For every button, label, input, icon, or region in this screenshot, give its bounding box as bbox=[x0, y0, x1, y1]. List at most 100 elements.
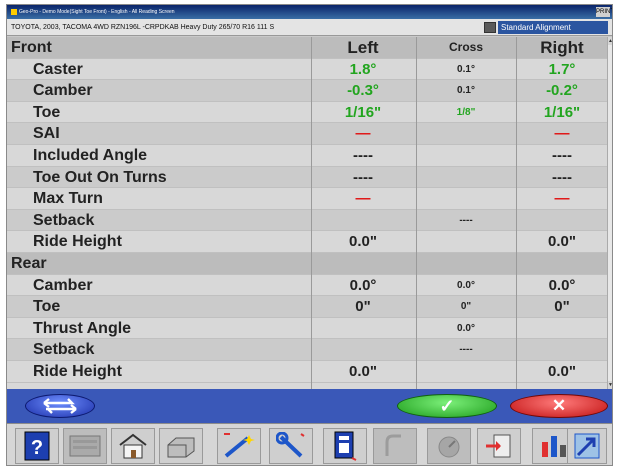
readings-table: Front Left Cross Right Caster 1.8° 0.1° 1.7… bbox=[7, 37, 607, 389]
row-label: Toe bbox=[33, 103, 61, 121]
close-button[interactable]: PRINT bbox=[596, 7, 612, 17]
cross-value bbox=[417, 145, 515, 167]
cross-value bbox=[417, 361, 515, 383]
home-icon bbox=[119, 433, 147, 459]
alignment-mode[interactable]: Standard Alignment bbox=[484, 21, 608, 34]
column-divider bbox=[416, 37, 417, 389]
right-value: 1/16" bbox=[543, 103, 581, 121]
cross-value: 0.1° bbox=[457, 85, 475, 97]
tools-button[interactable] bbox=[269, 428, 313, 464]
ok-button[interactable]: ✓ bbox=[397, 394, 497, 418]
help-icon: ? bbox=[24, 431, 50, 461]
keyboard-icon bbox=[69, 435, 101, 457]
left-value: ---- bbox=[353, 146, 373, 164]
row-label: Included Angle bbox=[33, 146, 148, 164]
left-value: 0" bbox=[355, 298, 371, 316]
left-value: 1/16" bbox=[344, 103, 382, 121]
right-value: -0.2° bbox=[546, 82, 578, 100]
mode-icon bbox=[484, 22, 496, 33]
row-label: Camber bbox=[33, 276, 93, 294]
rear-section-row: Rear bbox=[7, 252, 607, 275]
right-value: — bbox=[554, 190, 570, 208]
cross-value: 0.0° bbox=[457, 279, 475, 291]
window-title: Geo-Pro - Demo Mode(Sight Toe Front) - E… bbox=[19, 9, 175, 15]
right-value bbox=[517, 210, 607, 232]
cross-value: 1/8" bbox=[456, 106, 476, 118]
document-arrow-icon bbox=[486, 434, 511, 458]
table-row: SAI — — bbox=[7, 123, 607, 145]
row-label: Toe bbox=[33, 298, 61, 316]
table-row: Toe 0" 0" 0" bbox=[7, 296, 607, 318]
bottom-toolbar: ? bbox=[7, 423, 612, 465]
disabled-tool-icon bbox=[385, 434, 401, 456]
row-label: Ride Height bbox=[33, 233, 122, 251]
document-arrow-button[interactable] bbox=[477, 428, 521, 464]
cross-value: 0" bbox=[460, 301, 472, 313]
exit-button[interactable] bbox=[567, 428, 607, 464]
wand-icon bbox=[224, 433, 255, 458]
front-rows: Caster 1.8° 0.1° 1.7° Camber -0.3° 0.1° -0.2° To… bbox=[7, 59, 607, 253]
table-row: Max Turn — — bbox=[7, 188, 607, 210]
gauge-button[interactable] bbox=[427, 428, 471, 464]
print-button[interactable] bbox=[159, 428, 203, 464]
left-value bbox=[311, 318, 415, 340]
left-value: 0.0° bbox=[349, 276, 377, 294]
help-button[interactable]: ? bbox=[15, 428, 59, 464]
row-label: Setback bbox=[33, 341, 95, 359]
mode-label: Standard Alignment bbox=[498, 21, 608, 34]
cross-value bbox=[417, 188, 515, 210]
vehicle-description: TOYOTA, 2003, TACOMA 4WD RZN196L -CRPDKA… bbox=[11, 24, 275, 31]
title-bar: Geo-Pro - Demo Mode(Sight Toe Front) - E… bbox=[7, 5, 612, 19]
document-icon bbox=[334, 431, 357, 461]
left-value: — bbox=[355, 125, 371, 143]
cross-value: 0.0° bbox=[457, 322, 475, 334]
scrollbar[interactable]: ▲ ▼ bbox=[607, 37, 612, 389]
left-value bbox=[311, 339, 415, 361]
left-value: ---- bbox=[353, 168, 373, 186]
table-row: Camber 0.0° 0.0° 0.0° bbox=[7, 275, 607, 297]
magic-wand-button[interactable] bbox=[217, 428, 261, 464]
keyboard-button[interactable] bbox=[63, 428, 107, 464]
svg-text:?: ? bbox=[31, 437, 43, 459]
right-column-header: Right bbox=[540, 38, 584, 57]
row-label: Caster bbox=[33, 60, 83, 78]
table-row: Setback ---- bbox=[7, 209, 607, 232]
scroll-up-arrow-icon[interactable]: ▲ bbox=[608, 37, 612, 45]
row-label: Toe Out On Turns bbox=[33, 168, 167, 186]
close-x-icon: ✕ bbox=[551, 396, 567, 415]
rear-section-label: Rear bbox=[11, 254, 47, 272]
table-row: Caster 1.8° 0.1° 1.7° bbox=[7, 59, 607, 81]
table-row: Thrust Angle 0.0° bbox=[7, 318, 607, 340]
scroll-down-arrow-icon[interactable]: ▼ bbox=[608, 381, 612, 389]
left-value bbox=[311, 210, 415, 232]
right-value: 0.0° bbox=[548, 276, 576, 294]
right-value: ---- bbox=[552, 168, 572, 186]
cancel-button[interactable]: ✕ bbox=[510, 394, 608, 418]
chart-icon bbox=[542, 436, 566, 457]
specs-button[interactable] bbox=[323, 428, 367, 464]
left-value: 1.8° bbox=[349, 60, 377, 78]
row-label: Setback bbox=[33, 211, 95, 229]
right-value: — bbox=[554, 125, 570, 143]
table-row: Ride Height 0.0" 0.0" bbox=[7, 361, 607, 383]
cross-value: ---- bbox=[459, 214, 473, 226]
cross-value bbox=[417, 231, 515, 253]
wrench-icon bbox=[276, 432, 305, 458]
table-row: Included Angle ---- ---- bbox=[7, 145, 607, 167]
right-value: 0.0" bbox=[548, 233, 576, 251]
left-value: — bbox=[355, 190, 371, 208]
app-icon bbox=[11, 8, 17, 15]
table-row: Toe 1/16" 1/8" 1/16" bbox=[7, 102, 607, 124]
exit-icon bbox=[574, 433, 600, 459]
row-label: Thrust Angle bbox=[33, 319, 132, 337]
column-divider bbox=[311, 37, 312, 389]
row-label: Camber bbox=[33, 82, 93, 100]
cross-value: ---- bbox=[459, 344, 473, 356]
table-row: Toe Out On Turns ---- ---- bbox=[7, 166, 607, 189]
swap-view-button[interactable] bbox=[25, 394, 95, 418]
disabled-tool-button[interactable] bbox=[373, 428, 417, 464]
home-button[interactable] bbox=[111, 428, 155, 464]
cross-column-header: Cross bbox=[448, 40, 483, 54]
table-row: Camber -0.3° 0.1° -0.2° bbox=[7, 80, 607, 102]
left-value: -0.3° bbox=[347, 82, 379, 100]
